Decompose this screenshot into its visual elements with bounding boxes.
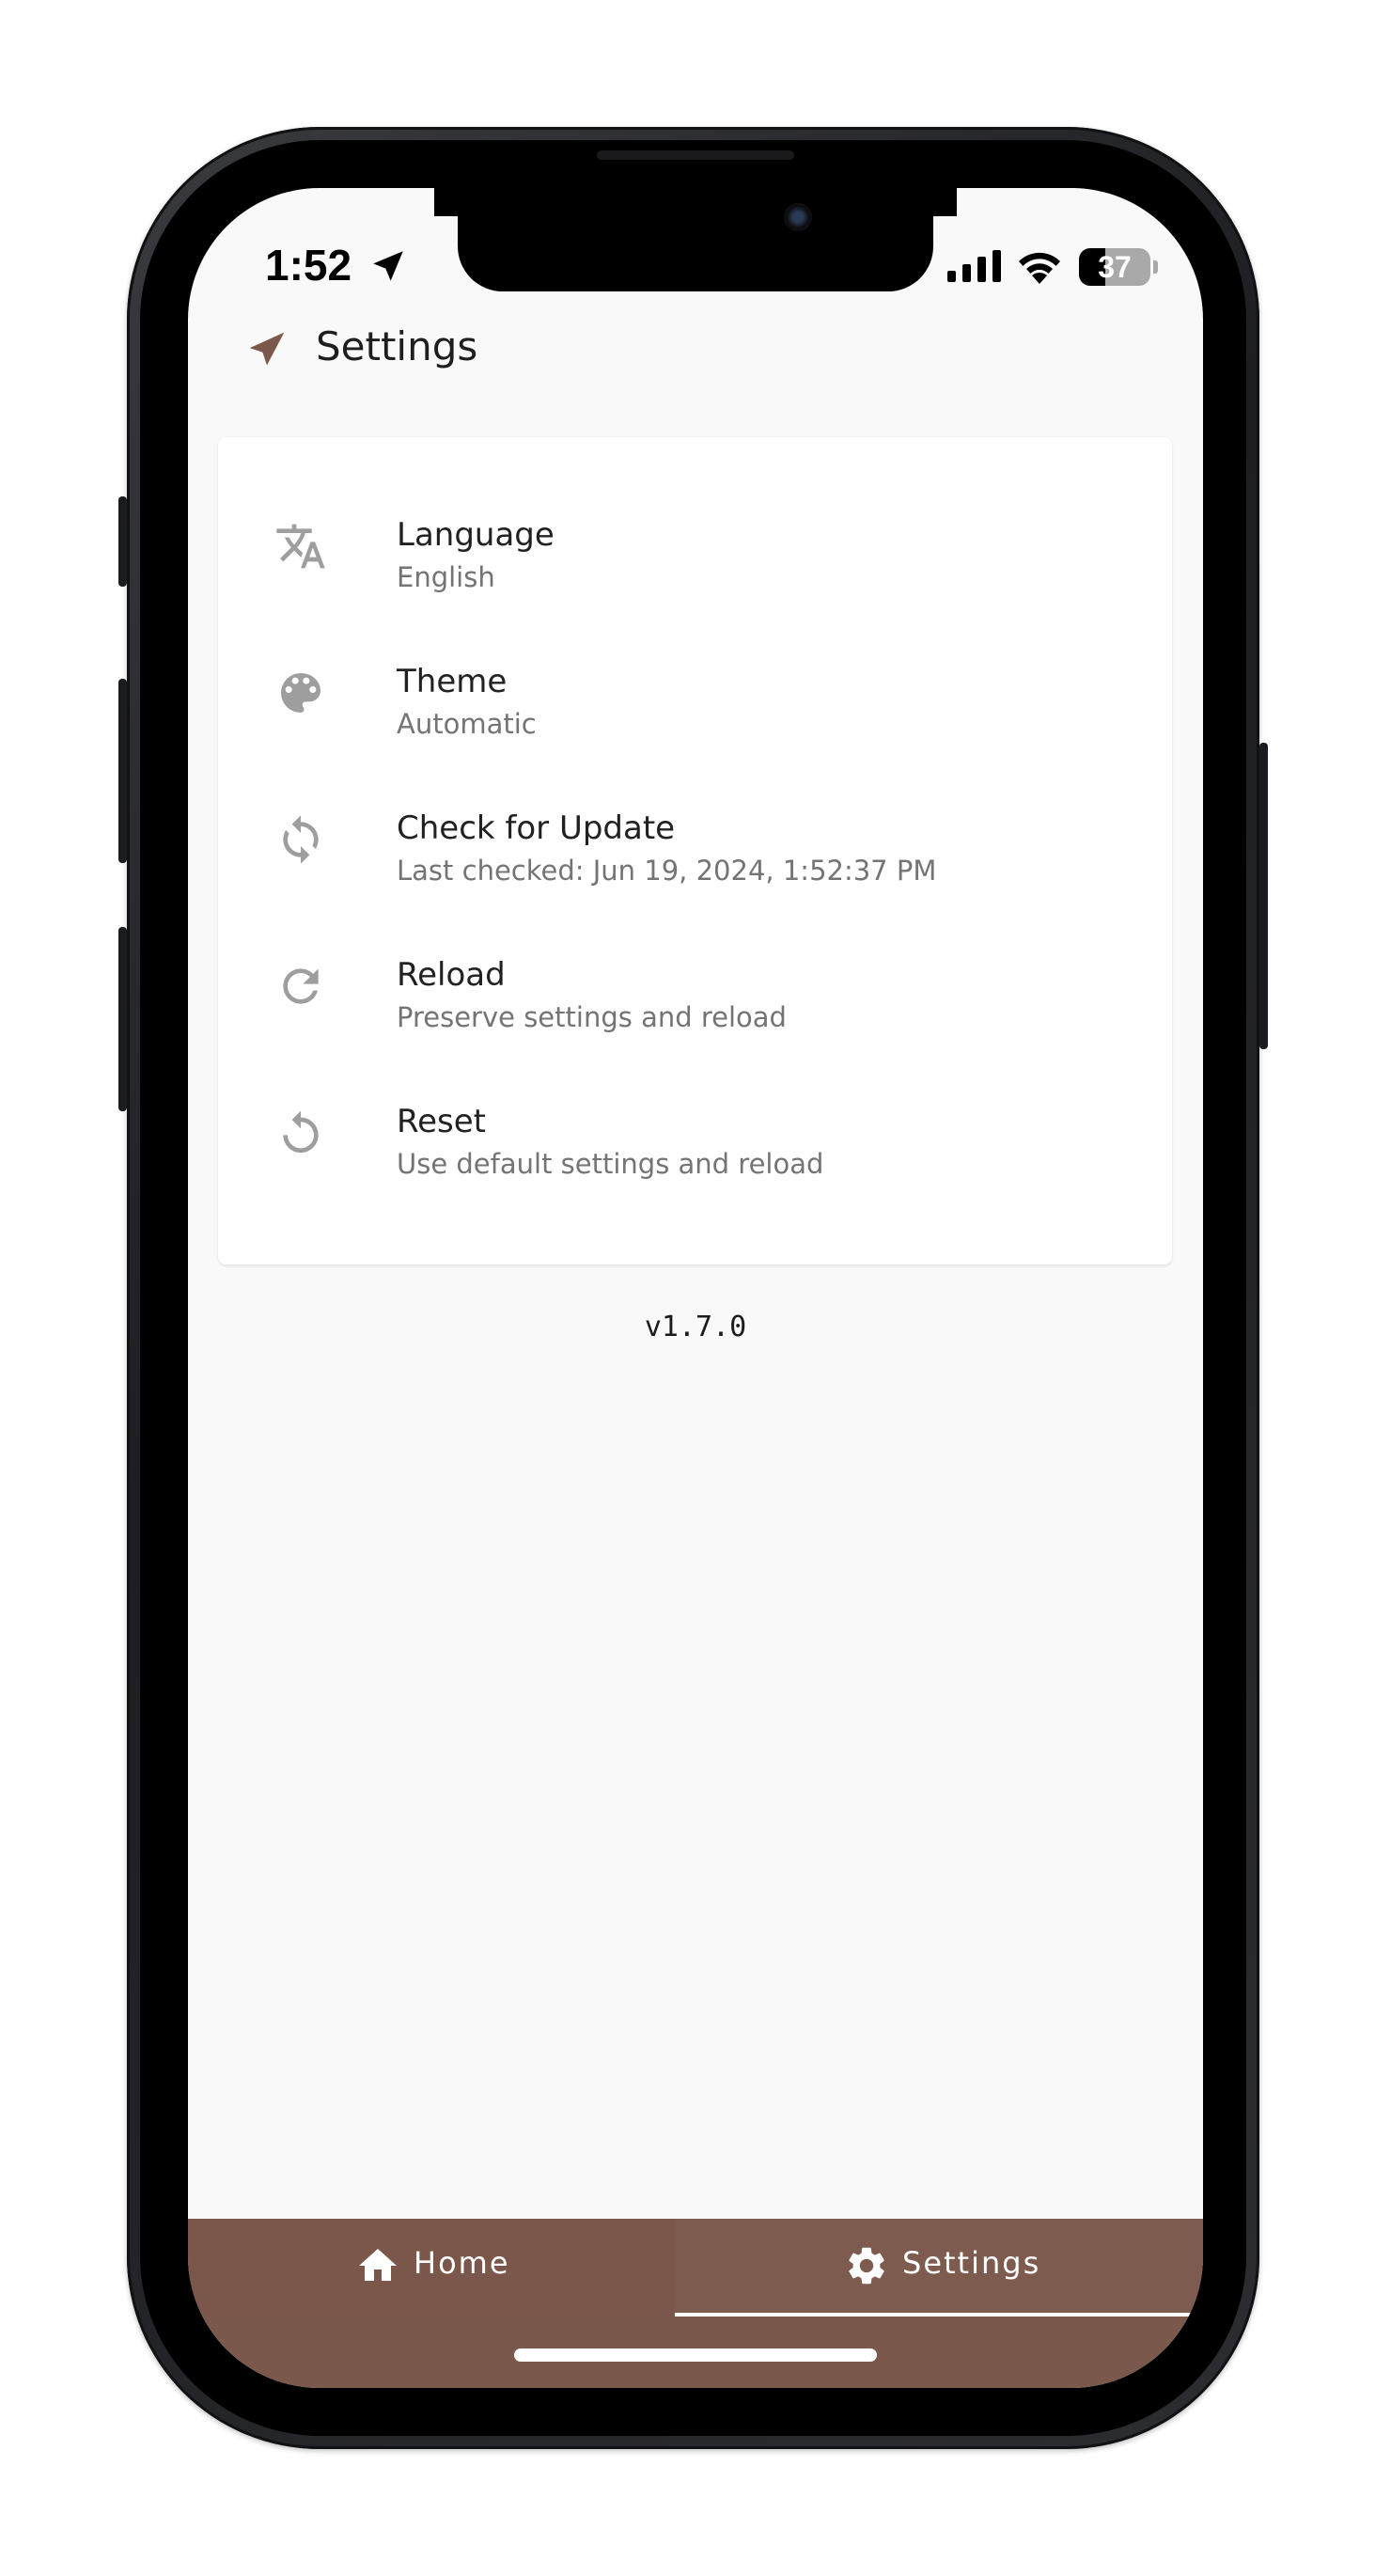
item-subtitle: English — [397, 561, 495, 593]
settings-item-language[interactable]: Language English — [218, 512, 1172, 653]
translate-icon — [276, 524, 325, 569]
refresh-icon — [283, 968, 319, 1004]
status-bar: 1:52 37 — [188, 188, 1203, 301]
item-subtitle: Automatic — [397, 708, 537, 740]
nav-tab-home[interactable]: Home — [188, 2219, 675, 2317]
page-title: Settings — [316, 323, 478, 369]
paper-plane-icon — [249, 332, 285, 366]
power-button — [1259, 743, 1268, 1049]
item-title: Reset — [397, 1103, 486, 1140]
home-indicator-bar[interactable] — [514, 2348, 877, 2362]
item-subtitle: Use default settings and reload — [397, 1148, 824, 1180]
battery-cap — [1153, 260, 1158, 274]
palette-icon — [281, 673, 320, 713]
app-header: Settings — [188, 301, 1203, 395]
status-time: 1:52 — [265, 241, 352, 290]
nav-tab-settings[interactable]: Settings — [675, 2219, 1203, 2317]
gear-icon — [849, 2247, 884, 2285]
item-title: Check for Update — [397, 809, 676, 847]
item-title: Language — [397, 516, 555, 554]
earpiece-speaker — [597, 150, 794, 160]
nav-label-home: Home — [414, 2245, 510, 2281]
item-title: Theme — [397, 663, 508, 700]
location-arrow-icon — [373, 251, 403, 281]
settings-item-theme[interactable]: Theme Automatic — [218, 659, 1172, 800]
volume-up-button — [118, 679, 127, 863]
volume-down-button — [118, 927, 127, 1111]
item-subtitle: Last checked: Jun 19, 2024, 1:52:37 PM — [397, 855, 937, 887]
version-label: v1.7.0 — [644, 1311, 747, 1343]
mute-switch — [118, 496, 127, 587]
wifi-icon — [1019, 252, 1060, 284]
settings-card: Language English Theme Automatic Check f… — [218, 437, 1172, 1264]
item-title: Reload — [397, 956, 506, 994]
app-screen: 1:52 37 Settings Language English Theme … — [188, 188, 1203, 2388]
settings-item-check-update[interactable]: Check for Update Last checked: Jun 19, 2… — [218, 806, 1172, 947]
home-icon — [359, 2249, 397, 2281]
settings-item-reload[interactable]: Reload Preserve settings and reload — [218, 952, 1172, 1093]
nav-label-settings: Settings — [902, 2245, 1041, 2281]
reset-icon — [283, 1110, 319, 1153]
battery-indicator: 37 — [1079, 248, 1150, 286]
settings-item-reset[interactable]: Reset Use default settings and reload — [218, 1099, 1172, 1240]
sync-icon — [283, 815, 319, 864]
item-subtitle: Preserve settings and reload — [397, 1001, 787, 1033]
active-tab-indicator — [675, 2313, 1194, 2317]
cellular-signal-icon — [947, 250, 1001, 282]
battery-percent: 37 — [1098, 250, 1132, 284]
bottom-navigation: Home Settings — [188, 2219, 1203, 2388]
